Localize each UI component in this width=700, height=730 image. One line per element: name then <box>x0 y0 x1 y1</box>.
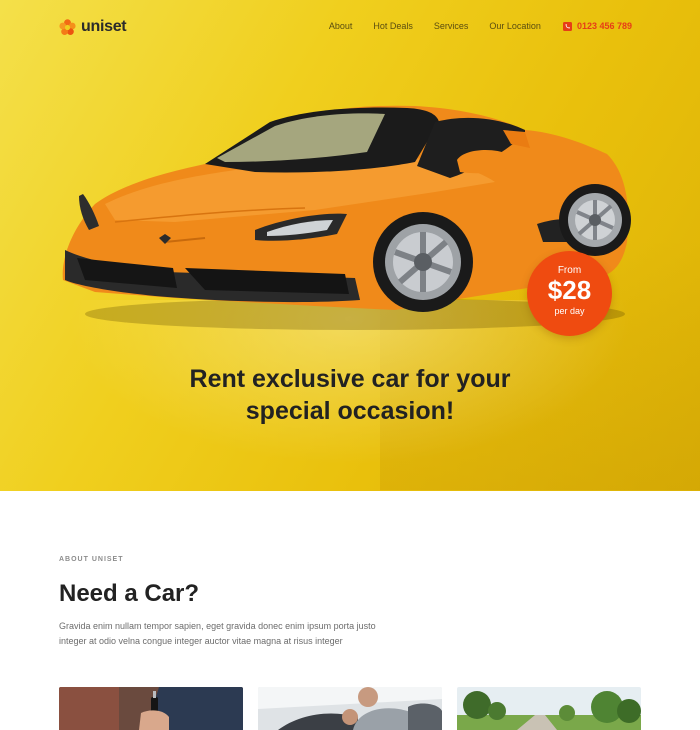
about-title: Need a Car? <box>59 580 200 607</box>
hero-headline: Rent exclusive car for your special occa… <box>0 363 700 427</box>
countryside-road-photo[interactable] <box>457 687 641 730</box>
phone-number: 0123 456 789 <box>576 21 632 31</box>
top-nav: uniset About Hot Deals Services Our Loca… <box>0 0 700 54</box>
logo[interactable]: uniset <box>59 18 127 36</box>
phone-icon <box>562 21 572 31</box>
nav-link-our-location[interactable]: Our Location <box>489 21 541 31</box>
hero-section: uniset About Hot Deals Services Our Loca… <box>0 0 700 491</box>
car-interior-photo[interactable] <box>258 687 442 730</box>
logo-text: uniset <box>81 18 127 35</box>
hero-headline-line2: special occasion! <box>245 397 455 425</box>
price-period: per day <box>554 306 585 316</box>
nav-link-services[interactable]: Services <box>434 21 469 31</box>
nav-link-about[interactable]: About <box>329 21 353 31</box>
phone-link[interactable]: 0123 456 789 <box>562 21 632 31</box>
main-menu: About Hot Deals Services Our Location 01… <box>308 21 632 31</box>
logo-flower-icon <box>59 18 76 36</box>
hero-headline-line1: Rent exclusive car for your <box>189 365 511 393</box>
price-value: $28 <box>547 275 592 305</box>
about-eyebrow: ABOUT UNISET <box>59 556 124 563</box>
about-text: Gravida enim nullam tempor sapien, eget … <box>59 621 376 646</box>
about-thumbnails <box>59 687 641 730</box>
nav-link-hot-deals[interactable]: Hot Deals <box>373 21 413 31</box>
car-keys-photo[interactable] <box>59 687 243 730</box>
price-badge: From $28 per day <box>527 251 612 336</box>
